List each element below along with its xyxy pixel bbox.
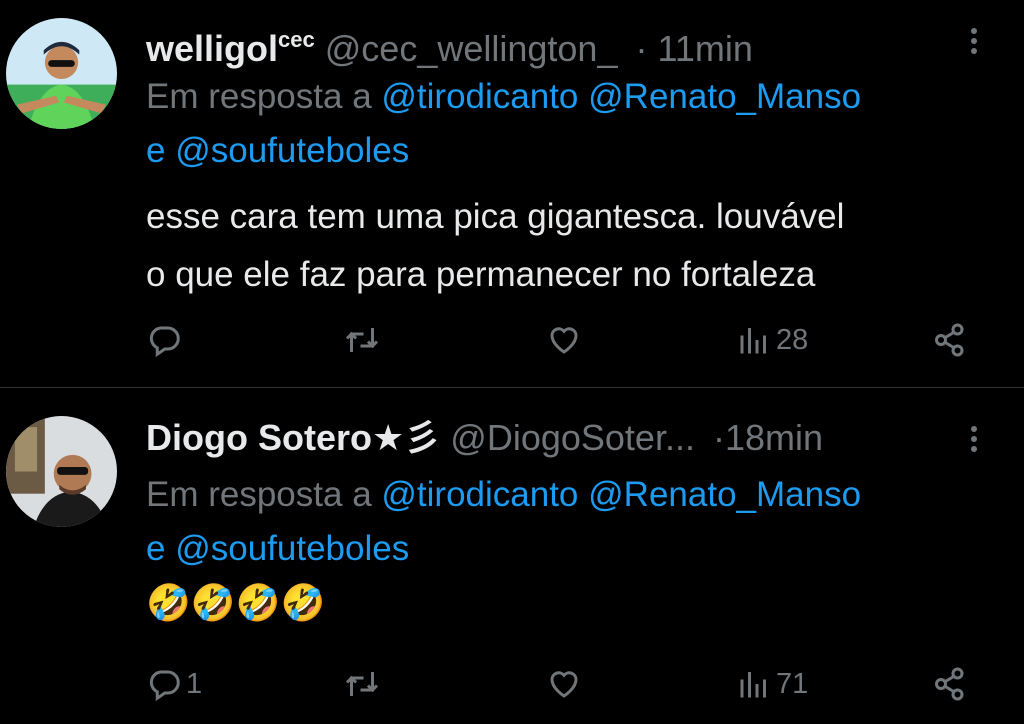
share-icon — [935, 667, 964, 701]
retweet-icon — [345, 672, 379, 696]
avatar[interactable] — [6, 18, 117, 129]
share-button[interactable] — [932, 664, 968, 704]
tweet-text-line: o que ele faz para permanecer no fortale… — [146, 255, 816, 294]
reply-prefix: Em resposta a — [146, 77, 372, 116]
action-bar: 28 — [146, 320, 980, 360]
share-icon — [935, 323, 964, 357]
mention-link[interactable]: @tirodicanto — [381, 77, 578, 116]
mention-conjunction: e — [146, 529, 166, 568]
tweet-header: welligolcec @cec_wellington_ · 11min — [146, 16, 1024, 69]
heart-icon — [550, 327, 578, 354]
timestamp[interactable]: 18min — [725, 417, 823, 458]
retweet-button[interactable] — [344, 320, 380, 360]
like-button[interactable] — [546, 320, 582, 360]
reply-count: 1 — [186, 667, 203, 700]
reply-button[interactable]: 1 — [146, 664, 202, 704]
mention-link[interactable]: @Renato_Manso — [588, 475, 861, 514]
reply-context: Em resposta a @tirodicanto @Renato_Manso… — [146, 70, 1004, 178]
views-count: 28 — [776, 323, 809, 356]
mention-link[interactable]: @Renato_Manso — [588, 77, 861, 116]
separator-dot: · — [712, 417, 725, 458]
mention-conjunction: e — [146, 131, 166, 170]
tweet-text: esse cara tem uma pica gigantesca. louvá… — [146, 188, 1004, 304]
reply-button[interactable] — [146, 320, 186, 360]
tweet-text-line: esse cara tem uma pica gigantesca. louvá… — [146, 197, 845, 236]
mention-link[interactable]: @tirodicanto — [381, 475, 578, 514]
timestamp[interactable]: 11min — [658, 28, 753, 69]
retweet-icon — [345, 328, 379, 352]
display-name[interactable]: Diogo Sotero★彡 — [146, 417, 440, 458]
views-count: 71 — [776, 667, 809, 700]
user-handle[interactable]: @cec_wellington_ — [325, 28, 618, 69]
views-chart-icon — [740, 328, 766, 354]
display-name[interactable]: welligolcec — [146, 27, 315, 69]
more-vertical-icon[interactable] — [968, 24, 980, 60]
views-button[interactable]: 28 — [736, 320, 808, 360]
tweet[interactable]: welligolcec @cec_wellington_ · 11min Em … — [0, 0, 1024, 388]
reply-context: Em resposta a @tirodicanto @Renato_Manso… — [146, 468, 1004, 576]
retweet-button[interactable] — [344, 664, 380, 704]
mention-link[interactable]: @soufuteboles — [175, 529, 409, 568]
reply-prefix: Em resposta a — [146, 475, 372, 514]
like-button[interactable] — [546, 664, 582, 704]
tweet[interactable]: Diogo Sotero★彡 @DiogoSoter... ·18min Em … — [0, 388, 1024, 724]
reply-icon — [149, 670, 180, 702]
more-vertical-icon[interactable] — [968, 422, 980, 458]
separator-dot: · — [635, 28, 648, 69]
name-superscript: cec — [278, 27, 315, 52]
tweet-header: Diogo Sotero★彡 @DiogoSoter... ·18min — [146, 414, 1024, 462]
views-chart-icon — [740, 672, 766, 698]
tweet-emojis: 🤣🤣🤣🤣 — [146, 582, 326, 623]
heart-icon — [550, 671, 578, 698]
mention-link[interactable]: @soufuteboles — [175, 131, 409, 170]
action-bar: 1 71 — [146, 664, 980, 704]
reply-icon — [149, 326, 180, 358]
avatar[interactable] — [6, 416, 117, 527]
share-button[interactable] — [932, 320, 968, 360]
views-button[interactable]: 71 — [736, 664, 808, 704]
user-handle[interactable]: @DiogoSoter... — [450, 417, 695, 458]
